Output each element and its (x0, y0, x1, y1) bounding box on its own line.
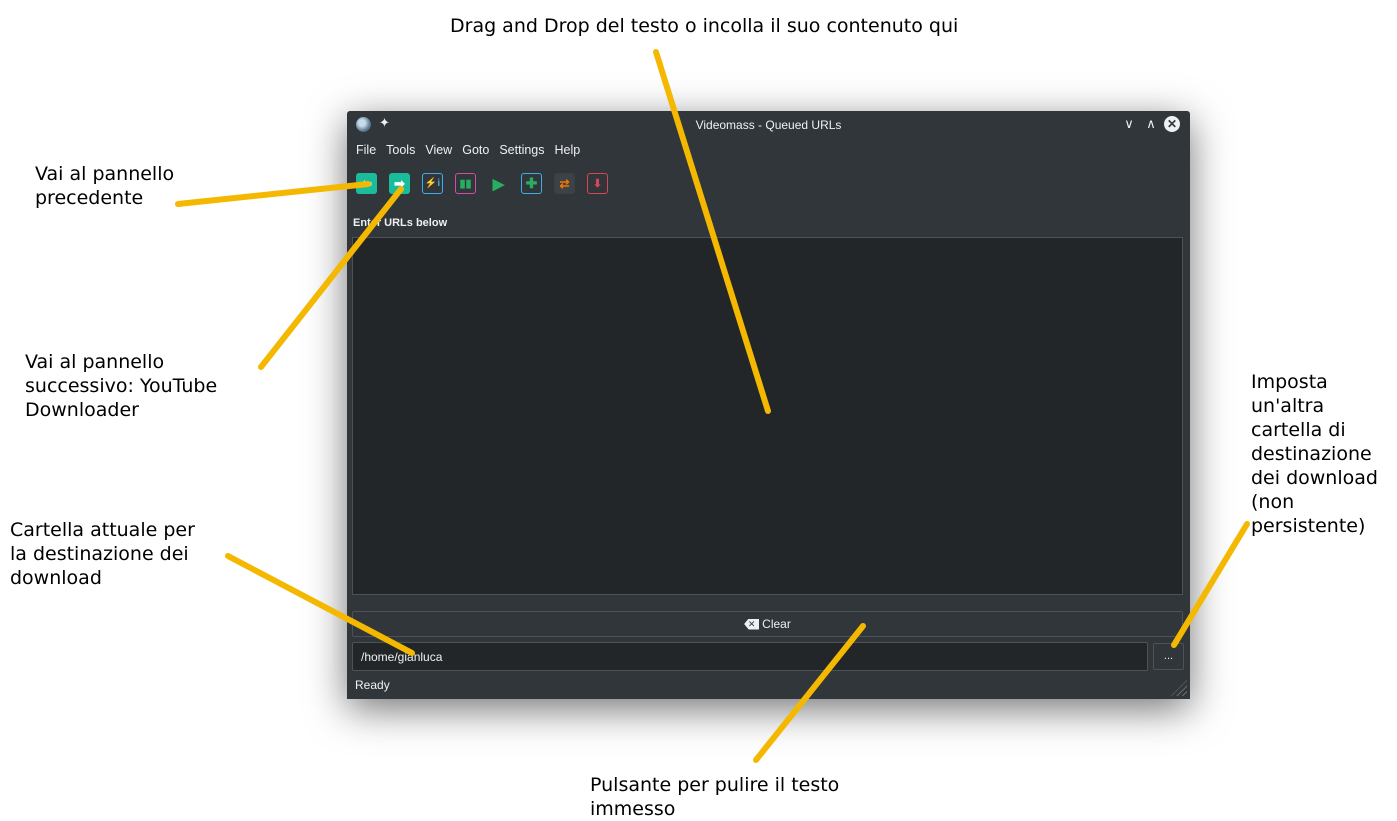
start-icon[interactable]: ▶ (488, 173, 509, 194)
back-icon[interactable]: ⬅ (356, 173, 377, 194)
menu-goto[interactable]: Goto (457, 141, 494, 163)
add-queue-icon[interactable]: ✚ (521, 173, 542, 194)
menu-settings[interactable]: Settings (494, 141, 549, 163)
stop-icon[interactable]: ⬇ (587, 173, 608, 194)
clear-button[interactable]: ✕ Clear (352, 611, 1183, 637)
menu-view[interactable]: View (420, 141, 457, 163)
callout-line-previous (175, 181, 371, 207)
window-title: Videomass - Queued URLs (695, 118, 842, 132)
maximize-button[interactable]: ∧ (1142, 115, 1160, 133)
menu-file[interactable]: File (351, 141, 381, 163)
close-button[interactable]: ✕ (1164, 116, 1180, 132)
download-path-field[interactable]: /home/gianluca (352, 642, 1148, 671)
annotation-set-folder: Imposta un'altra cartella di destinazion… (1251, 371, 1378, 537)
annotation-drag-drop: Drag and Drop del testo o incolla il suo… (450, 15, 959, 37)
annotation-next-panel: Vai al pannello successivo: YouTube Down… (25, 351, 218, 421)
annotation-clear-button: Pulsante per pulire il testo immesso (590, 774, 840, 820)
resize-grip[interactable] (1171, 680, 1187, 696)
swap-icon[interactable]: ⇄ (554, 173, 575, 194)
backspace-icon: ✕ (744, 618, 760, 630)
menu-help[interactable]: Help (550, 141, 586, 163)
annotation-previous-panel: Vai al pannello precedente (35, 163, 175, 209)
minimize-button[interactable]: ∨ (1120, 115, 1138, 133)
statistics-icon[interactable]: ▮▮ (455, 173, 476, 194)
menu-bar: File Tools View Goto Settings Help (351, 141, 585, 163)
status-text: Ready (355, 678, 390, 692)
urls-label: Enter URLs below (353, 217, 448, 229)
title-bar: ✦ Videomass - Queued URLs ∨ ∧ ✕ (347, 111, 1190, 138)
annotation-current-folder: Cartella attuale per la destinazione dei… (10, 519, 195, 589)
media-info-icon[interactable]: ⚡i (422, 173, 443, 194)
forward-icon[interactable]: ➡ (389, 173, 410, 194)
clear-button-label: Clear (762, 617, 791, 631)
browse-folder-button[interactable]: ... (1153, 643, 1184, 670)
menu-tools[interactable]: Tools (381, 141, 420, 163)
url-input-area[interactable] (352, 237, 1183, 595)
toolbar: ⬅ ➡ ⚡i ▮▮ ▶ ✚ ⇄ ⬇ (356, 173, 608, 194)
app-window: ✦ Videomass - Queued URLs ∨ ∧ ✕ File Too… (347, 111, 1190, 699)
